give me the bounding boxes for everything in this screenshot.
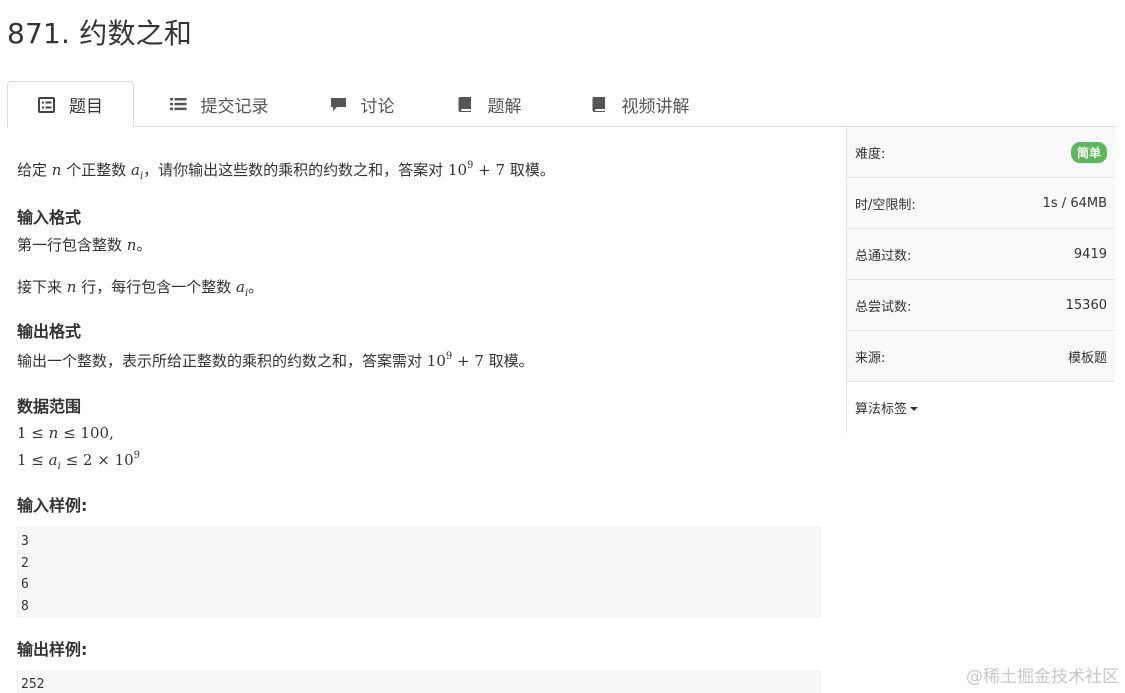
attempts-row: 总尝试数: 15360 — [847, 280, 1115, 331]
data-range-line-2: 1 ≤ ai ≤ 2 × 109 — [17, 450, 141, 472]
sample-output-box[interactable]: 252 — [17, 671, 821, 693]
page-title: 871. 约数之和 — [7, 17, 193, 50]
tab-video[interactable]: 视频讲解 — [575, 81, 705, 127]
output-format-line: 输出一个整数，表示所给正整数的乘积的约数之和，答案需对 109 + 7 取模。 — [17, 351, 534, 370]
sample-input-line: 8 — [21, 598, 29, 614]
sample-input-line: 2 — [21, 555, 29, 571]
source-value[interactable]: 模板题 — [1068, 347, 1107, 366]
sample-input-line: 3 — [21, 534, 29, 549]
data-range-line-1: 1 ≤ n ≤ 100, — [17, 424, 114, 442]
data-range-heading: 数据范围 — [17, 397, 82, 416]
comment-icon — [330, 96, 347, 112]
sample-input-box[interactable]: 3 2 6 8 — [17, 527, 821, 617]
algorithm-tags-label: 算法标签 — [855, 402, 908, 417]
attempts-label: 总尝试数: — [855, 299, 912, 315]
tab-video-label: 视频讲解 — [621, 96, 690, 117]
problem-description: 给定 n 个正整数 ai，请你输出这些数的乘积的约数之和，答案对 109 + 7… — [17, 160, 555, 182]
limit-row: 时/空限制: 1s / 64MB — [847, 178, 1115, 229]
tab-submissions[interactable]: 提交记录 — [159, 81, 279, 127]
watermark: @稀土掘金技术社区 — [966, 667, 1119, 687]
list-alt-icon — [38, 96, 55, 113]
algorithm-tags-dropdown[interactable]: 算法标签 — [855, 398, 919, 417]
tab-problem-label: 题目 — [69, 97, 103, 117]
output-format-heading: 输出格式 — [17, 322, 82, 341]
tab-discussion-label: 讨论 — [360, 96, 395, 117]
list-icon — [169, 96, 187, 112]
passed-label: 总通过数: — [855, 248, 912, 264]
book-icon — [457, 96, 474, 112]
tab-problem[interactable]: 题目 — [7, 81, 134, 128]
attempts-value: 15360 — [1065, 297, 1107, 313]
sample-output-heading: 输出样例: — [17, 640, 88, 659]
input-format-line-2: 接下来 n 行，每行包含一个整数 ai。 — [17, 278, 264, 299]
tab-submissions-label: 提交记录 — [200, 96, 269, 117]
passed-row: 总通过数: 9419 — [847, 229, 1115, 280]
source-row: 来源: 模板题 — [847, 331, 1115, 382]
limit-value: 1s / 64MB — [1042, 195, 1107, 211]
algorithm-tags-toggle[interactable]: 算法标签 — [847, 382, 1115, 433]
book-icon — [591, 96, 608, 112]
difficulty-label: 难度: — [855, 146, 886, 162]
source-label: 来源: — [855, 350, 886, 366]
passed-value: 9419 — [1073, 246, 1107, 262]
tab-bar: 题目 提交记录 讨论 题解 视频讲解 — [7, 81, 1115, 128]
problem-info-panel: 难度: 简单 时/空限制: 1s / 64MB 总通过数: 9419 总尝试数:… — [846, 127, 1115, 433]
input-format-heading: 输入格式 — [17, 208, 82, 227]
limit-label: 时/空限制: — [855, 197, 916, 213]
sample-input-line: 6 — [21, 577, 29, 592]
sample-output-line: 252 — [21, 677, 45, 692]
sample-input-heading: 输入样例: — [17, 496, 88, 515]
tab-solutions[interactable]: 题解 — [445, 81, 533, 127]
difficulty-row: 难度: 简单 — [847, 127, 1115, 178]
caret-down-icon — [910, 407, 919, 411]
tab-solutions-label: 题解 — [487, 96, 522, 117]
input-format-line-1: 第一行包含整数 n。 — [17, 236, 152, 254]
tab-discussion[interactable]: 讨论 — [312, 81, 412, 127]
difficulty-badge: 简单 — [1070, 141, 1107, 163]
